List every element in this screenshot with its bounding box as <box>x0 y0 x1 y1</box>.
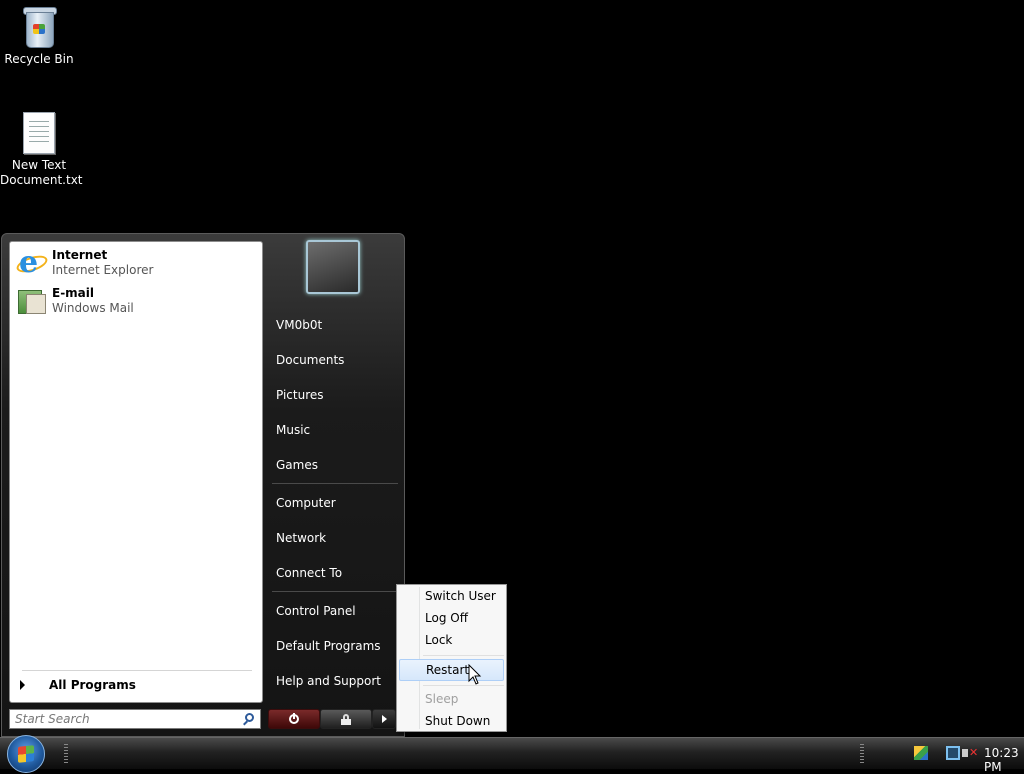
all-programs-label: All Programs <box>49 678 136 692</box>
text-document-icon <box>23 112 55 154</box>
start-search-box[interactable] <box>9 709 261 729</box>
recycle-bin-icon <box>22 4 57 48</box>
menu-separator <box>423 655 504 656</box>
power-options-arrow-button[interactable] <box>372 709 396 729</box>
pinned-item-email[interactable]: E-mail Windows Mail <box>16 286 134 316</box>
menu-separator <box>423 685 504 686</box>
desktop-icon-recycle-bin[interactable]: Recycle Bin <box>0 4 78 67</box>
link-help-and-support[interactable]: Help and Support <box>276 673 381 689</box>
pinned-item-subtitle: Internet Explorer <box>52 263 154 277</box>
text-document-label-line2: Document.txt <box>0 173 83 187</box>
mouse-cursor-icon <box>468 664 482 685</box>
lock-button[interactable] <box>320 709 372 729</box>
power-icon <box>289 713 299 724</box>
network-connection-icon[interactable] <box>946 746 960 760</box>
link-control-panel[interactable]: Control Panel <box>276 603 356 619</box>
link-pictures[interactable]: Pictures <box>276 387 324 403</box>
link-documents[interactable]: Documents <box>276 352 344 368</box>
all-programs-divider <box>22 670 252 671</box>
windows-mail-icon <box>16 286 46 316</box>
power-controls <box>268 709 396 729</box>
link-network[interactable]: Network <box>276 530 326 546</box>
link-music[interactable]: Music <box>276 422 310 438</box>
user-picture[interactable] <box>306 240 360 294</box>
pinned-item-title: E-mail <box>52 286 95 300</box>
menu-item-lock[interactable]: Lock <box>399 629 504 651</box>
recycle-bin-label: Recycle Bin <box>4 52 74 66</box>
taskbar-clock[interactable]: 10:23 PM <box>984 746 1024 774</box>
menu-item-sleep: Sleep <box>425 692 459 706</box>
internet-explorer-icon: e <box>14 248 50 278</box>
all-programs-button[interactable]: All Programs <box>20 678 136 692</box>
menu-item-restart[interactable]: Restart <box>399 659 504 681</box>
link-connect-to[interactable]: Connect To <box>276 565 342 581</box>
power-button[interactable] <box>268 709 320 729</box>
link-default-programs[interactable]: Default Programs <box>276 638 381 654</box>
network-status-icon[interactable] <box>914 746 928 760</box>
pinned-item-internet[interactable]: e Internet Internet Explorer <box>14 248 154 278</box>
search-icon[interactable] <box>245 713 254 722</box>
pinned-item-subtitle: Windows Mail <box>52 301 134 315</box>
link-games[interactable]: Games <box>276 457 318 473</box>
start-button[interactable] <box>7 735 45 773</box>
start-menu: e Internet Internet Explorer E-mail Wind… <box>1 233 405 737</box>
lock-icon <box>341 714 351 725</box>
right-column-divider <box>272 483 398 484</box>
taskbar-grip[interactable] <box>64 744 68 764</box>
windows-logo-icon <box>18 745 34 763</box>
notification-area: ✕ 10:23 PM <box>874 738 1024 774</box>
right-column-divider <box>272 591 398 592</box>
taskbar: ✕ 10:23 PM <box>0 735 1024 774</box>
volume-muted-icon[interactable]: ✕ <box>962 746 978 760</box>
start-search-input[interactable] <box>10 710 235 728</box>
chevron-right-icon <box>382 715 387 723</box>
desktop-icon-new-text-document[interactable]: New Text Document.txt <box>0 112 83 188</box>
chevron-right-icon <box>20 680 25 690</box>
start-menu-programs-pane: e Internet Internet Explorer E-mail Wind… <box>9 241 263 703</box>
menu-item-shut-down[interactable]: Shut Down <box>399 710 504 732</box>
menu-item-log-off[interactable]: Log Off <box>399 607 504 629</box>
text-document-label-line1: New Text <box>11 158 67 172</box>
link-computer[interactable]: Computer <box>276 495 336 511</box>
menu-item-switch-user[interactable]: Switch User <box>399 585 504 607</box>
taskbar-grip[interactable] <box>860 744 864 764</box>
pinned-item-title: Internet <box>52 248 108 262</box>
power-options-menu: Switch User Log Off Lock Restart Sleep S… <box>396 584 507 732</box>
link-user-folder[interactable]: VM0b0t <box>276 317 322 333</box>
